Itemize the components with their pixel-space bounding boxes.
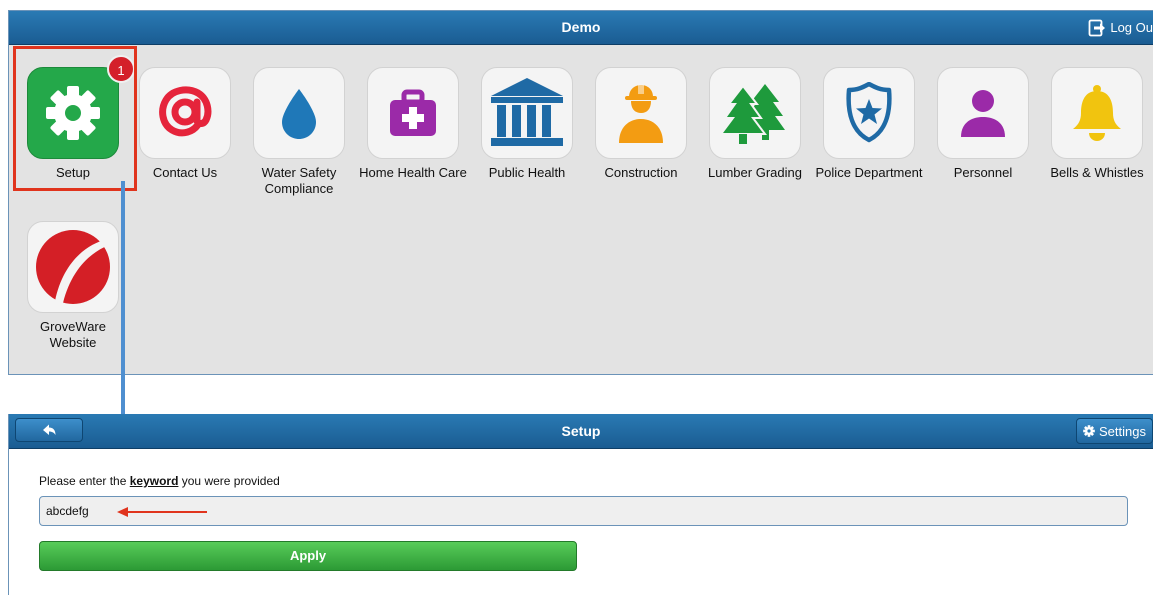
public-health-icon-box: [481, 67, 573, 159]
keyword-prompt: Please enter the keyword you were provid…: [39, 474, 280, 488]
tile-setup[interactable]: Setup 1: [19, 55, 135, 181]
app-title: Demo: [561, 19, 601, 35]
setup-title: Setup: [561, 423, 601, 439]
logout-button[interactable]: Log Ou: [1088, 11, 1153, 44]
tile-label: GroveWare Website: [40, 319, 106, 350]
tile-groveware-website[interactable]: GroveWare Website: [19, 221, 127, 351]
tile-public-health[interactable]: Public Health: [473, 67, 581, 181]
tile-police-department[interactable]: Police Department: [815, 67, 923, 181]
annotation-arrow-line: [127, 511, 207, 513]
tile-label: Police Department: [815, 165, 923, 180]
tile-label: Water Safety Compliance: [261, 165, 337, 196]
lumber-grading-icon-box: [709, 67, 801, 159]
construction-worker-icon: [619, 85, 663, 143]
prompt-text-before: Please enter the: [39, 474, 130, 488]
tile-bells-whistles[interactable]: Bells & Whistles: [1043, 67, 1151, 181]
water-safety-icon-box: [253, 67, 345, 159]
setup-panel: Setup Settings Please enter the keyword …: [8, 414, 1153, 595]
tile-water-safety-compliance[interactable]: Water Safety Compliance: [245, 67, 353, 197]
gear-icon: [46, 86, 100, 140]
at-sign-icon: [159, 86, 212, 137]
tile-label: Home Health Care: [359, 165, 467, 180]
tile-personnel[interactable]: Personnel: [929, 67, 1037, 181]
prompt-keyword: keyword: [129, 474, 179, 488]
annotation-arrow-head-icon: [117, 507, 128, 517]
police-icon-box: [823, 67, 915, 159]
tile-label: Bells & Whistles: [1050, 165, 1144, 180]
bell-icon: [1073, 85, 1121, 141]
police-badge-icon: [846, 82, 892, 143]
trees-icon: [719, 84, 785, 144]
gear-icon: [1083, 425, 1095, 437]
tile-label: Public Health: [488, 165, 566, 180]
groveware-logo-icon: [36, 230, 110, 304]
setup-header-bar: Setup Settings: [9, 414, 1153, 449]
settings-button[interactable]: Settings: [1076, 418, 1153, 444]
construction-icon-box: [595, 67, 687, 159]
tile-construction[interactable]: Construction: [587, 67, 695, 181]
tile-label: Personnel: [953, 165, 1013, 180]
tile-label: Lumber Grading: [708, 165, 802, 180]
tile-label: Contact Us: [152, 165, 218, 180]
bells-icon-box: [1051, 67, 1143, 159]
setup-icon-box: [27, 67, 119, 159]
home-header-bar: Demo Log Ou: [9, 11, 1153, 45]
groveware-icon-box: [27, 221, 119, 313]
settings-label: Settings: [1099, 423, 1146, 439]
logout-icon: [1088, 19, 1106, 36]
medical-bag-icon: [390, 89, 436, 136]
water-drop-icon: [282, 89, 316, 139]
tile-label: Construction: [604, 165, 678, 180]
personnel-icon-box: [937, 67, 1029, 159]
tile-lumber-grading[interactable]: Lumber Grading: [701, 67, 809, 181]
person-icon: [961, 90, 1005, 137]
tile-home-health-care[interactable]: Home Health Care: [359, 67, 467, 181]
home-health-icon-box: [367, 67, 459, 159]
contact-us-icon-box: [139, 67, 231, 159]
tile-label: Setup: [56, 165, 90, 180]
apply-button[interactable]: Apply: [39, 541, 577, 571]
tile-contact-us[interactable]: Contact Us: [131, 67, 239, 181]
home-panel: Demo Log Ou Setup 1 Contact Us Water Saf…: [8, 10, 1153, 375]
prompt-text-after: you were provided: [178, 474, 280, 488]
logout-label: Log Ou: [1110, 20, 1153, 35]
building-columns-icon: [491, 78, 563, 146]
